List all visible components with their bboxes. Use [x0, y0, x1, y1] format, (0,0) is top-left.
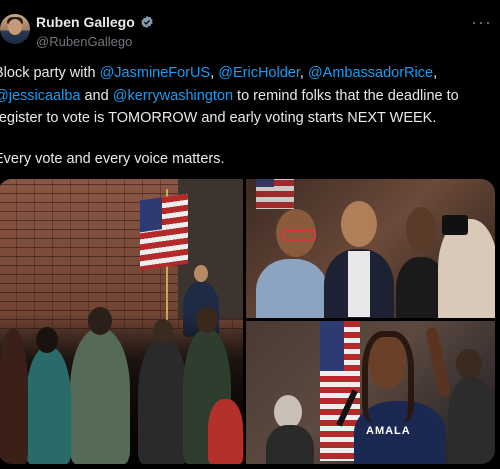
woman-red-glasses	[256, 259, 328, 318]
photo-block-party-crowd[interactable]	[0, 179, 243, 464]
american-flag	[140, 193, 188, 271]
background-person-head	[456, 349, 482, 379]
background-person	[448, 377, 495, 464]
raised-hand	[424, 326, 452, 398]
shirt-text: AMALA	[366, 425, 411, 437]
american-flag	[256, 179, 294, 209]
woman-right-head	[406, 207, 436, 251]
crowd-person	[138, 339, 188, 464]
man-in-suit-head	[341, 201, 377, 247]
avatar[interactable]	[0, 14, 30, 44]
tweet-line-4: Every vote and every voice matters.	[0, 150, 225, 167]
red-glasses	[282, 229, 316, 241]
avatar-face	[8, 19, 22, 35]
crowd-person	[0, 329, 28, 464]
mention-ambassador-rice[interactable]: @AmbassadorRice	[308, 65, 433, 81]
speaker-head	[194, 265, 208, 282]
more-options-icon[interactable]: ···	[471, 12, 492, 33]
camera-icon	[442, 215, 468, 235]
tweet-line-3: register to vote is TOMORROW and early v…	[0, 110, 437, 126]
crowd-person	[70, 329, 130, 464]
background-man	[266, 425, 314, 464]
mention-jessica-alba[interactable]: @jessicaalba	[0, 88, 80, 104]
photo-group-portrait[interactable]	[246, 179, 495, 318]
mention-kerry-washington[interactable]: @kerrywashington	[113, 88, 233, 104]
crowd-person-head	[88, 307, 112, 335]
photo-singer-microphone[interactable]: AMALA	[246, 321, 495, 464]
mention-jasmine[interactable]: @JasmineForUS	[100, 65, 211, 81]
author-display-name[interactable]: Ruben Gallego	[36, 14, 135, 30]
crowd-person	[26, 347, 71, 464]
author-handle[interactable]: @RubenGallego	[36, 34, 132, 49]
media-grid: AMALA	[0, 179, 495, 464]
shirt	[348, 251, 370, 317]
background-man-head	[274, 395, 302, 429]
crowd-person	[208, 399, 243, 464]
tweet-line-2: @jessicaalba and @kerrywashington to rem…	[0, 85, 500, 108]
verified-badge-icon	[141, 15, 153, 29]
author-name-row: Ruben Gallego	[36, 14, 154, 30]
tweet-text: Block party with @JasmineForUS, @EricHol…	[0, 62, 500, 170]
mention-eric-holder[interactable]: @EricHolder	[218, 65, 300, 81]
singer-hair	[362, 331, 414, 423]
crowd-person-head	[36, 327, 58, 353]
crowd-person-head	[196, 307, 218, 333]
crowd-person-head	[153, 319, 173, 343]
tweet-line-1: Block party with @JasmineForUS, @EricHol…	[0, 65, 438, 81]
